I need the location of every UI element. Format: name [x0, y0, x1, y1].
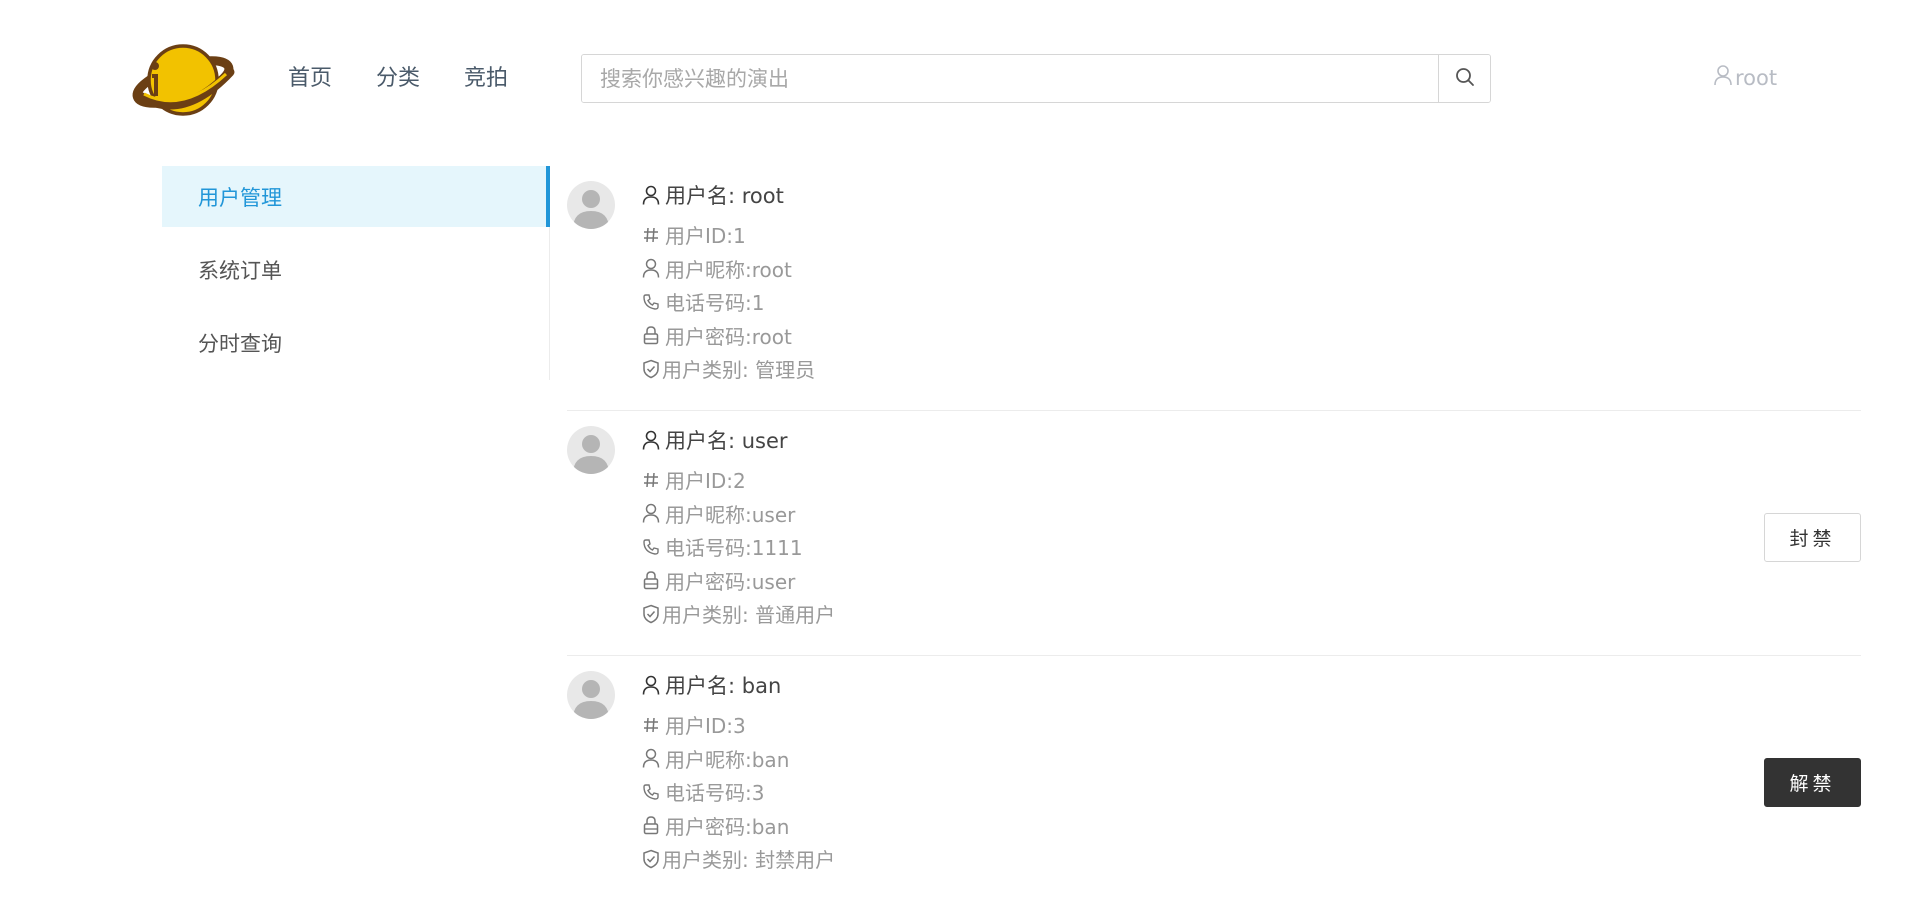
- sidebar-item-time-query[interactable]: 分时查询: [162, 312, 549, 373]
- user-id: 用户ID:2: [665, 469, 746, 494]
- hash-icon: [640, 224, 662, 246]
- user-card: 用户名: ban 用户ID:3 用户昵称:ban 电话号码:3 用户密码:ban…: [567, 656, 1861, 901]
- password: 用户密码:root: [665, 324, 792, 349]
- hash-icon: [640, 469, 662, 491]
- user-icon: [640, 502, 662, 524]
- username: 用户名: user: [665, 429, 788, 453]
- ban-button[interactable]: 封禁: [1764, 513, 1861, 562]
- phone-row: 电话号码:1111: [640, 530, 835, 564]
- user-type-row: 用户类别: 封禁用户: [640, 842, 835, 876]
- user-type-row: 用户类别: 管理员: [640, 352, 815, 386]
- search-icon: [1455, 67, 1475, 91]
- user-id: 用户ID:1: [665, 224, 746, 249]
- phone-row: 电话号码:3: [640, 775, 835, 809]
- user-icon: [640, 747, 662, 769]
- password: 用户密码:user: [665, 569, 796, 594]
- nickname-row: 用户昵称:root: [640, 252, 815, 286]
- password-row: 用户密码:user: [640, 564, 835, 598]
- sidebar-item-system-orders[interactable]: 系统订单: [162, 239, 549, 300]
- username-row: 用户名: root: [640, 180, 815, 210]
- nav-home[interactable]: 首页: [288, 62, 332, 96]
- nickname: 用户昵称:user: [665, 502, 796, 527]
- nickname: 用户昵称:ban: [665, 747, 790, 772]
- username: 用户名: ban: [665, 674, 782, 698]
- current-user-name: root: [1735, 65, 1778, 90]
- username-row: 用户名: user: [640, 425, 835, 455]
- user-info: 用户名: user 用户ID:2 用户昵称:user 电话号码:1111 用户密…: [640, 425, 835, 631]
- header: 首页 分类 竞拍 root: [0, 0, 1920, 160]
- phone-icon: [640, 291, 662, 313]
- phone: 电话号码:1: [665, 291, 765, 316]
- user-info: 用户名: ban 用户ID:3 用户昵称:ban 电话号码:3 用户密码:ban…: [640, 670, 835, 876]
- sidebar-item-user-management[interactable]: 用户管理: [162, 166, 550, 227]
- search-button[interactable]: [1438, 55, 1490, 102]
- nickname-row: 用户昵称:user: [640, 497, 835, 531]
- shield-check-icon: [640, 358, 662, 380]
- nickname: 用户昵称:root: [665, 257, 792, 282]
- user-icon: [640, 184, 662, 206]
- lock-icon: [640, 324, 662, 346]
- user-id-row: 用户ID:1: [640, 218, 815, 252]
- lock-icon: [640, 569, 662, 591]
- shield-check-icon: [640, 848, 662, 870]
- phone-icon: [640, 781, 662, 803]
- user-card: 用户名: user 用户ID:2 用户昵称:user 电话号码:1111 用户密…: [567, 411, 1861, 656]
- user-type: 用户类别: 管理员: [662, 358, 816, 383]
- phone: 电话号码:3: [665, 781, 765, 806]
- password: 用户密码:ban: [665, 814, 790, 839]
- phone: 电话号码:1111: [665, 536, 803, 561]
- sidebar-item-label: 用户管理: [198, 185, 282, 210]
- user-type-row: 用户类别: 普通用户: [640, 597, 835, 631]
- sidebar: 用户管理 系统订单 分时查询: [162, 166, 550, 380]
- user-id-row: 用户ID:3: [640, 708, 835, 742]
- nickname-row: 用户昵称:ban: [640, 742, 835, 776]
- user-list: 用户名: root 用户ID:1 用户昵称:root 电话号码:1 用户密码:r…: [567, 166, 1861, 901]
- hash-icon: [640, 714, 662, 736]
- username-row: 用户名: ban: [640, 670, 835, 700]
- user-icon: [640, 674, 662, 696]
- sidebar-item-label: 系统订单: [198, 258, 282, 283]
- user-card: 用户名: root 用户ID:1 用户昵称:root 电话号码:1 用户密码:r…: [567, 166, 1861, 411]
- main-nav: 首页 分类 竞拍: [288, 62, 508, 96]
- current-user-link[interactable]: root: [1713, 64, 1777, 91]
- user-id: 用户ID:3: [665, 714, 746, 739]
- avatar: [567, 671, 615, 719]
- unban-button[interactable]: 解禁: [1764, 758, 1861, 807]
- avatar: [567, 426, 615, 474]
- avatar: [567, 181, 615, 229]
- user-icon: [1713, 64, 1735, 91]
- lock-icon: [640, 814, 662, 836]
- nav-category[interactable]: 分类: [376, 62, 420, 96]
- user-icon: [640, 257, 662, 279]
- planet-logo[interactable]: [128, 34, 238, 120]
- user-info: 用户名: root 用户ID:1 用户昵称:root 电话号码:1 用户密码:r…: [640, 180, 815, 386]
- password-row: 用户密码:root: [640, 319, 815, 353]
- username: 用户名: root: [665, 184, 784, 208]
- user-id-row: 用户ID:2: [640, 463, 835, 497]
- search-input[interactable]: [582, 55, 1438, 102]
- search-bar: [581, 54, 1491, 103]
- user-type: 用户类别: 封禁用户: [662, 848, 836, 873]
- sidebar-item-label: 分时查询: [198, 331, 282, 356]
- user-icon: [640, 429, 662, 451]
- user-type: 用户类别: 普通用户: [662, 603, 836, 628]
- nav-auction[interactable]: 竞拍: [464, 62, 508, 96]
- password-row: 用户密码:ban: [640, 809, 835, 843]
- phone-row: 电话号码:1: [640, 285, 815, 319]
- phone-icon: [640, 536, 662, 558]
- shield-check-icon: [640, 603, 662, 625]
